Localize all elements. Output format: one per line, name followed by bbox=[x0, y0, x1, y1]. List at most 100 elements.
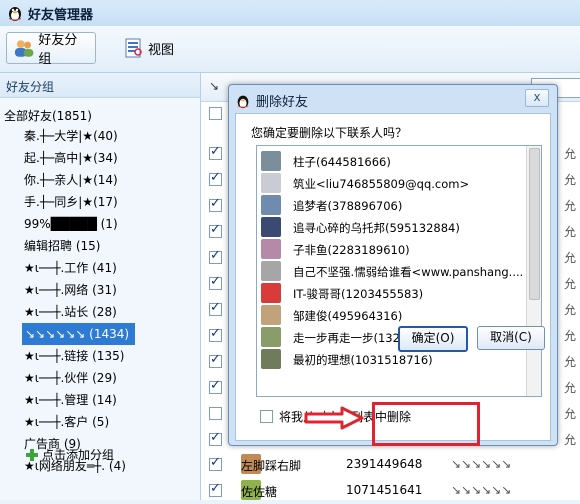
contact-name: 子非鱼(2283189610) bbox=[293, 243, 410, 257]
group-item[interactable]: ★ι──┼.网络 (31) bbox=[0, 279, 200, 301]
scrollbar-thumb[interactable] bbox=[529, 148, 540, 300]
row-trail: 允 bbox=[563, 433, 576, 447]
avatar bbox=[261, 261, 281, 281]
row-trail: 允 bbox=[563, 303, 576, 317]
delete-friend-dialog: 删除好友 x 您确定要删除以下联系人吗？ 柱子(644581666) 筑业<liu… bbox=[228, 84, 558, 446]
contact-item[interactable]: 最初的理想(1031518716) bbox=[257, 348, 523, 370]
row-trail: 允 bbox=[563, 381, 576, 395]
contact-item[interactable]: 追寻心碎的乌托邦(595132884) bbox=[257, 216, 523, 238]
scrollbar[interactable] bbox=[526, 146, 541, 396]
contact-name: 最初的理想(1031518716) bbox=[293, 353, 433, 367]
group-list: 秦.┼─大学|★(40) 起.┼─高中|★(34) 你.┼─亲人|★(14) 手.┼─… bbox=[0, 125, 200, 477]
contact-name: 追寻心碎的乌托邦(595132884) bbox=[293, 221, 460, 235]
group-panel-title: 好友分组 bbox=[6, 80, 55, 94]
group-item[interactable]: ★ι──┼.客户 (5) bbox=[0, 411, 200, 433]
group-item[interactable]: ↘↘↘↘↘↘ (1434) bbox=[22, 323, 135, 345]
row-checkbox[interactable] bbox=[209, 274, 222, 290]
group-item[interactable]: 你.┼─亲人|★(14) bbox=[0, 169, 200, 191]
add-group-label: 点击添加分组 bbox=[42, 448, 115, 462]
row-trail: 允 bbox=[563, 173, 576, 187]
row-checkbox[interactable] bbox=[209, 378, 222, 394]
group-item[interactable]: 99%█████ (1) bbox=[0, 213, 200, 235]
row-name: 左脚踩右脚 bbox=[241, 459, 302, 473]
row-signature: ↘↘↘↘↘↘ bbox=[451, 457, 512, 471]
avatar bbox=[261, 349, 281, 369]
group-item[interactable]: 手.┼─同乡|★(17) bbox=[0, 191, 200, 213]
contact-name: 自己不坚强.懦弱给谁看<www.panshang.... bbox=[293, 265, 524, 279]
window-title: 好友管理器 bbox=[28, 8, 94, 23]
row-number: 2391449648 bbox=[346, 457, 423, 471]
confirm-question: 您确定要删除以下联系人吗？ bbox=[251, 126, 408, 140]
row-checkbox[interactable] bbox=[209, 430, 222, 446]
people-icon bbox=[14, 40, 34, 57]
group-item[interactable]: 起.┼─高中|★(34) bbox=[0, 147, 200, 169]
group-item[interactable]: 编辑招聘 (15) bbox=[0, 235, 200, 257]
friend-group-button[interactable]: 好友分组 bbox=[6, 32, 96, 67]
avatar bbox=[261, 305, 281, 325]
sort-arrow[interactable]: ↘ bbox=[209, 79, 219, 93]
row-checkbox[interactable] bbox=[209, 481, 222, 497]
avatar bbox=[261, 151, 281, 171]
row-trail: 允 bbox=[563, 329, 576, 343]
view-button[interactable]: 视图 bbox=[118, 32, 188, 64]
group-panel-header: 好友分组 bbox=[0, 73, 200, 98]
row-checkbox[interactable] bbox=[209, 196, 222, 212]
qq-penguin-icon bbox=[237, 95, 249, 108]
friend-group-label: 好友分组 bbox=[38, 33, 78, 67]
table-row[interactable]: 佐佐糖 1071451641 ↘↘↘↘↘↘ bbox=[201, 478, 580, 504]
add-group-link[interactable]: 点击添加分组 bbox=[26, 446, 114, 463]
contact-name: 邹建俊(495964316) bbox=[293, 309, 403, 323]
red-arrow-icon bbox=[304, 406, 364, 430]
row-checkbox[interactable] bbox=[209, 170, 222, 186]
row-checkbox[interactable] bbox=[209, 326, 222, 342]
group-panel: 好友分组 全部好友(1851) 秦.┼─大学|★(40) 起.┼─高中|★(34)… bbox=[0, 73, 201, 500]
select-all-checkbox[interactable] bbox=[209, 107, 222, 120]
group-item[interactable]: ★ι──┼.工作 (41) bbox=[0, 257, 200, 279]
contact-name: 追梦者(378896706) bbox=[293, 199, 403, 213]
row-checkbox[interactable] bbox=[209, 455, 222, 471]
view-icon bbox=[125, 38, 142, 58]
group-item[interactable]: ★ι──┼.管理 (14) bbox=[0, 389, 200, 411]
row-trail: 允 bbox=[563, 199, 576, 213]
row-checkbox[interactable] bbox=[209, 407, 222, 420]
row-name: 佐佐糖 bbox=[241, 485, 278, 499]
confirm-button[interactable]: 确定(O) bbox=[398, 326, 468, 352]
qq-penguin-icon bbox=[9, 7, 21, 21]
contact-item[interactable]: 自己不坚强.懦弱给谁看<www.panshang.... bbox=[257, 260, 523, 282]
dialog-title-bar: 删除好友 bbox=[235, 91, 308, 110]
row-checkbox[interactable] bbox=[209, 222, 222, 238]
contact-item[interactable]: 追梦者(378896706) bbox=[257, 194, 523, 216]
row-trail: 允 bbox=[563, 355, 576, 369]
group-item[interactable]: ★ι──┼.站长 (28) bbox=[0, 301, 200, 323]
row-checkbox[interactable] bbox=[209, 144, 222, 160]
group-item[interactable]: 秦.┼─大学|★(40) bbox=[0, 125, 200, 147]
plus-icon bbox=[26, 448, 38, 461]
group-item[interactable]: ★ι──┼.链接 (135) bbox=[0, 345, 200, 367]
cancel-button[interactable]: 取消(C) bbox=[477, 326, 545, 350]
row-checkbox[interactable] bbox=[209, 248, 222, 264]
close-button[interactable]: x bbox=[525, 89, 549, 107]
dialog-body: 您确定要删除以下联系人吗？ 柱子(644581666) 筑业<liu7468558… bbox=[235, 113, 551, 441]
table-row[interactable]: 左脚踩右脚 2391449648 ↘↘↘↘↘↘ bbox=[201, 452, 580, 478]
toolbar: 好友分组 视图 bbox=[0, 26, 580, 73]
avatar bbox=[261, 217, 281, 237]
group-item[interactable]: ★ι──┼.伙伴 (29) bbox=[0, 367, 200, 389]
avatar bbox=[261, 195, 281, 215]
avatar bbox=[261, 283, 281, 303]
contact-item[interactable]: 柱子(644581666) bbox=[257, 150, 523, 172]
all-friends-item[interactable]: 全部好友(1851) bbox=[4, 107, 92, 124]
avatar bbox=[261, 173, 281, 193]
avatar bbox=[261, 239, 281, 259]
contact-name: 柱子(644581666) bbox=[293, 155, 391, 169]
row-checkbox[interactable] bbox=[209, 352, 222, 368]
row-trail: 允 bbox=[563, 147, 576, 161]
contact-list: 柱子(644581666) 筑业<liu746855809@qq.com> 追梦者(… bbox=[256, 145, 542, 397]
contact-item[interactable]: 邹建俊(495964316) bbox=[257, 304, 523, 326]
row-checkbox[interactable] bbox=[209, 300, 222, 316]
remove-me-checkbox[interactable] bbox=[260, 410, 273, 423]
contact-item[interactable]: 子非鱼(2283189610) bbox=[257, 238, 523, 260]
contact-item[interactable]: IT-骏哥哥(1203455583) bbox=[257, 282, 523, 304]
row-trail: 允 bbox=[563, 407, 576, 421]
contact-item[interactable]: 筑业<liu746855809@qq.com> bbox=[257, 172, 523, 194]
contact-name: IT-骏哥哥(1203455583) bbox=[293, 287, 424, 301]
